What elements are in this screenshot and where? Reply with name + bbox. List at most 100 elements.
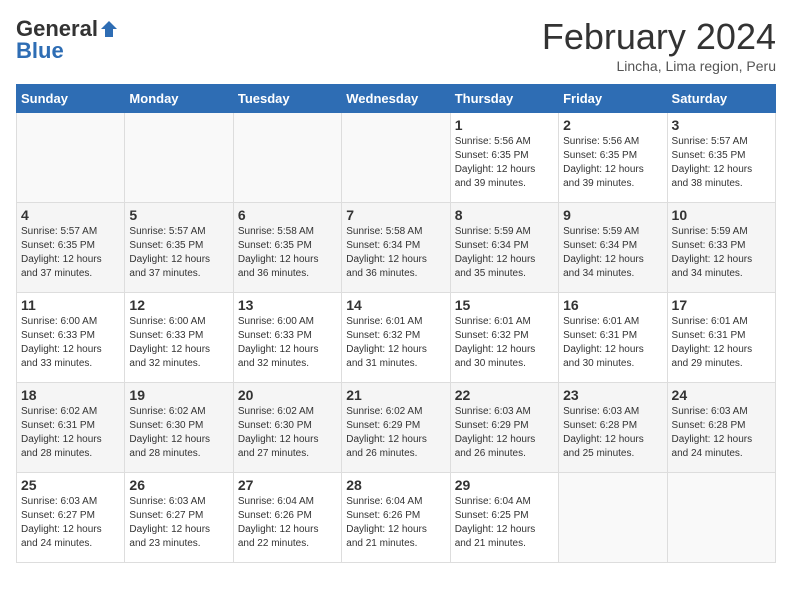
calendar-cell — [667, 473, 775, 563]
calendar-cell: 22Sunrise: 6:03 AMSunset: 6:29 PMDayligh… — [450, 383, 558, 473]
calendar-cell: 1 Sunrise: 5:56 AMSunset: 6:35 PMDaylight… — [450, 113, 558, 203]
calendar-cell: 24 Sunrise: 6:03 AMSunset: 6:28 PMDayligh… — [667, 383, 775, 473]
day-number: 15 — [455, 297, 554, 313]
calendar-cell — [342, 113, 450, 203]
calendar-cell: 15 Sunrise: 6:01 AMSunset: 6:32 PMDayligh… — [450, 293, 558, 383]
day-info: Sunrise: 6:03 AMSunset: 6:27 PMDaylight:… — [21, 495, 120, 551]
day-info: Sunrise: 5:57 AMSunset: 6:35 PMDaylight:… — [21, 225, 120, 281]
weekday-header-saturday: Saturday — [667, 85, 775, 113]
location: Lincha, Lima region, Peru — [542, 58, 776, 74]
day-info: Sunrise: 6:02 AMSunset: 6:30 PMDaylight:… — [238, 405, 337, 461]
day-number: 16 — [563, 297, 662, 313]
day-info: Sunrise: 6:00 AMSunset: 6:33 PMDaylight:… — [238, 315, 337, 371]
day-number: 1 — [455, 117, 554, 133]
day-number: 28 — [346, 477, 445, 493]
weekday-header-wednesday: Wednesday — [342, 85, 450, 113]
day-info: Sunrise: 6:01 AMSunset: 6:31 PMDaylight:… — [672, 315, 771, 371]
day-number: 20 — [238, 387, 337, 403]
calendar-cell: 11 Sunrise: 6:00 AMSunset: 6:33 PMDayligh… — [17, 293, 125, 383]
calendar-cell: 10 Sunrise: 5:59 AMSunset: 6:33 PMDayligh… — [667, 203, 775, 293]
calendar-cell: 26 Sunrise: 6:03 AMSunset: 6:27 PMDayligh… — [125, 473, 233, 563]
day-number: 13 — [238, 297, 337, 313]
calendar-cell: 28Sunrise: 6:04 AMSunset: 6:26 PMDayligh… — [342, 473, 450, 563]
calendar-cell: 19 Sunrise: 6:02 AMSunset: 6:30 PMDayligh… — [125, 383, 233, 473]
day-number: 21 — [346, 387, 445, 403]
calendar-table: SundayMondayTuesdayWednesdayThursdayFrid… — [16, 84, 776, 563]
weekday-header-sunday: Sunday — [17, 85, 125, 113]
day-info: Sunrise: 6:02 AMSunset: 6:30 PMDaylight:… — [129, 405, 228, 461]
weekday-header-thursday: Thursday — [450, 85, 558, 113]
day-info: Sunrise: 6:01 AMSunset: 6:32 PMDaylight:… — [346, 315, 445, 371]
day-info: Sunrise: 6:00 AMSunset: 6:33 PMDaylight:… — [21, 315, 120, 371]
day-number: 27 — [238, 477, 337, 493]
logo-blue-text: Blue — [16, 38, 64, 64]
day-info: Sunrise: 5:59 AMSunset: 6:33 PMDaylight:… — [672, 225, 771, 281]
day-info: Sunrise: 5:56 AMSunset: 6:35 PMDaylight:… — [455, 135, 554, 191]
calendar-cell: 14Sunrise: 6:01 AMSunset: 6:32 PMDayligh… — [342, 293, 450, 383]
calendar-cell: 25 Sunrise: 6:03 AMSunset: 6:27 PMDayligh… — [17, 473, 125, 563]
day-info: Sunrise: 6:02 AMSunset: 6:29 PMDaylight:… — [346, 405, 445, 461]
day-number: 12 — [129, 297, 228, 313]
calendar-cell — [17, 113, 125, 203]
logo: General Blue — [16, 16, 120, 64]
day-number: 3 — [672, 117, 771, 133]
day-number: 9 — [563, 207, 662, 223]
calendar-cell: 5 Sunrise: 5:57 AMSunset: 6:35 PMDaylight… — [125, 203, 233, 293]
calendar-cell — [125, 113, 233, 203]
day-number: 29 — [455, 477, 554, 493]
weekday-header-monday: Monday — [125, 85, 233, 113]
day-info: Sunrise: 5:56 AMSunset: 6:35 PMDaylight:… — [563, 135, 662, 191]
calendar-cell: 4 Sunrise: 5:57 AMSunset: 6:35 PMDaylight… — [17, 203, 125, 293]
day-number: 2 — [563, 117, 662, 133]
calendar-cell: 6 Sunrise: 5:58 AMSunset: 6:35 PMDaylight… — [233, 203, 341, 293]
day-number: 10 — [672, 207, 771, 223]
day-number: 7 — [346, 207, 445, 223]
day-info: Sunrise: 5:59 AMSunset: 6:34 PMDaylight:… — [563, 225, 662, 281]
title-area: February 2024 Lincha, Lima region, Peru — [542, 16, 776, 74]
calendar-cell — [233, 113, 341, 203]
day-number: 4 — [21, 207, 120, 223]
day-info: Sunrise: 6:02 AMSunset: 6:31 PMDaylight:… — [21, 405, 120, 461]
day-number: 26 — [129, 477, 228, 493]
day-info: Sunrise: 6:00 AMSunset: 6:33 PMDaylight:… — [129, 315, 228, 371]
day-info: Sunrise: 6:03 AMSunset: 6:27 PMDaylight:… — [129, 495, 228, 551]
day-number: 11 — [21, 297, 120, 313]
calendar-cell: 16Sunrise: 6:01 AMSunset: 6:31 PMDayligh… — [559, 293, 667, 383]
day-number: 5 — [129, 207, 228, 223]
day-info: Sunrise: 6:04 AMSunset: 6:25 PMDaylight:… — [455, 495, 554, 551]
day-number: 8 — [455, 207, 554, 223]
calendar-cell: 29 Sunrise: 6:04 AMSunset: 6:25 PMDayligh… — [450, 473, 558, 563]
day-info: Sunrise: 5:59 AMSunset: 6:34 PMDaylight:… — [455, 225, 554, 281]
month-title: February 2024 — [542, 16, 776, 58]
calendar-cell: 20 Sunrise: 6:02 AMSunset: 6:30 PMDayligh… — [233, 383, 341, 473]
calendar-cell — [559, 473, 667, 563]
day-info: Sunrise: 5:57 AMSunset: 6:35 PMDaylight:… — [129, 225, 228, 281]
day-info: Sunrise: 6:03 AMSunset: 6:28 PMDaylight:… — [563, 405, 662, 461]
calendar-cell: 7 Sunrise: 5:58 AMSunset: 6:34 PMDaylight… — [342, 203, 450, 293]
calendar-cell: 17 Sunrise: 6:01 AMSunset: 6:31 PMDayligh… — [667, 293, 775, 383]
day-number: 18 — [21, 387, 120, 403]
day-number: 23 — [563, 387, 662, 403]
logo-icon — [99, 19, 119, 39]
day-info: Sunrise: 5:57 AMSunset: 6:35 PMDaylight:… — [672, 135, 771, 191]
calendar-cell: 3 Sunrise: 5:57 AMSunset: 6:35 PMDaylight… — [667, 113, 775, 203]
day-number: 6 — [238, 207, 337, 223]
day-info: Sunrise: 6:03 AMSunset: 6:28 PMDaylight:… — [672, 405, 771, 461]
weekday-header-friday: Friday — [559, 85, 667, 113]
calendar-cell: 21 Sunrise: 6:02 AMSunset: 6:29 PMDayligh… — [342, 383, 450, 473]
calendar-cell: 23 Sunrise: 6:03 AMSunset: 6:28 PMDayligh… — [559, 383, 667, 473]
calendar-cell: 27Sunrise: 6:04 AMSunset: 6:26 PMDayligh… — [233, 473, 341, 563]
day-number: 24 — [672, 387, 771, 403]
day-info: Sunrise: 6:01 AMSunset: 6:32 PMDaylight:… — [455, 315, 554, 371]
calendar-cell: 13 Sunrise: 6:00 AMSunset: 6:33 PMDayligh… — [233, 293, 341, 383]
day-number: 19 — [129, 387, 228, 403]
day-info: Sunrise: 5:58 AMSunset: 6:34 PMDaylight:… — [346, 225, 445, 281]
day-number: 25 — [21, 477, 120, 493]
day-number: 17 — [672, 297, 771, 313]
calendar-cell: 8 Sunrise: 5:59 AMSunset: 6:34 PMDaylight… — [450, 203, 558, 293]
calendar-cell: 12 Sunrise: 6:00 AMSunset: 6:33 PMDayligh… — [125, 293, 233, 383]
day-info: Sunrise: 6:03 AMSunset: 6:29 PMDaylight:… — [455, 405, 554, 461]
calendar-cell: 9 Sunrise: 5:59 AMSunset: 6:34 PMDaylight… — [559, 203, 667, 293]
day-info: Sunrise: 5:58 AMSunset: 6:35 PMDaylight:… — [238, 225, 337, 281]
calendar-cell: 2 Sunrise: 5:56 AMSunset: 6:35 PMDaylight… — [559, 113, 667, 203]
